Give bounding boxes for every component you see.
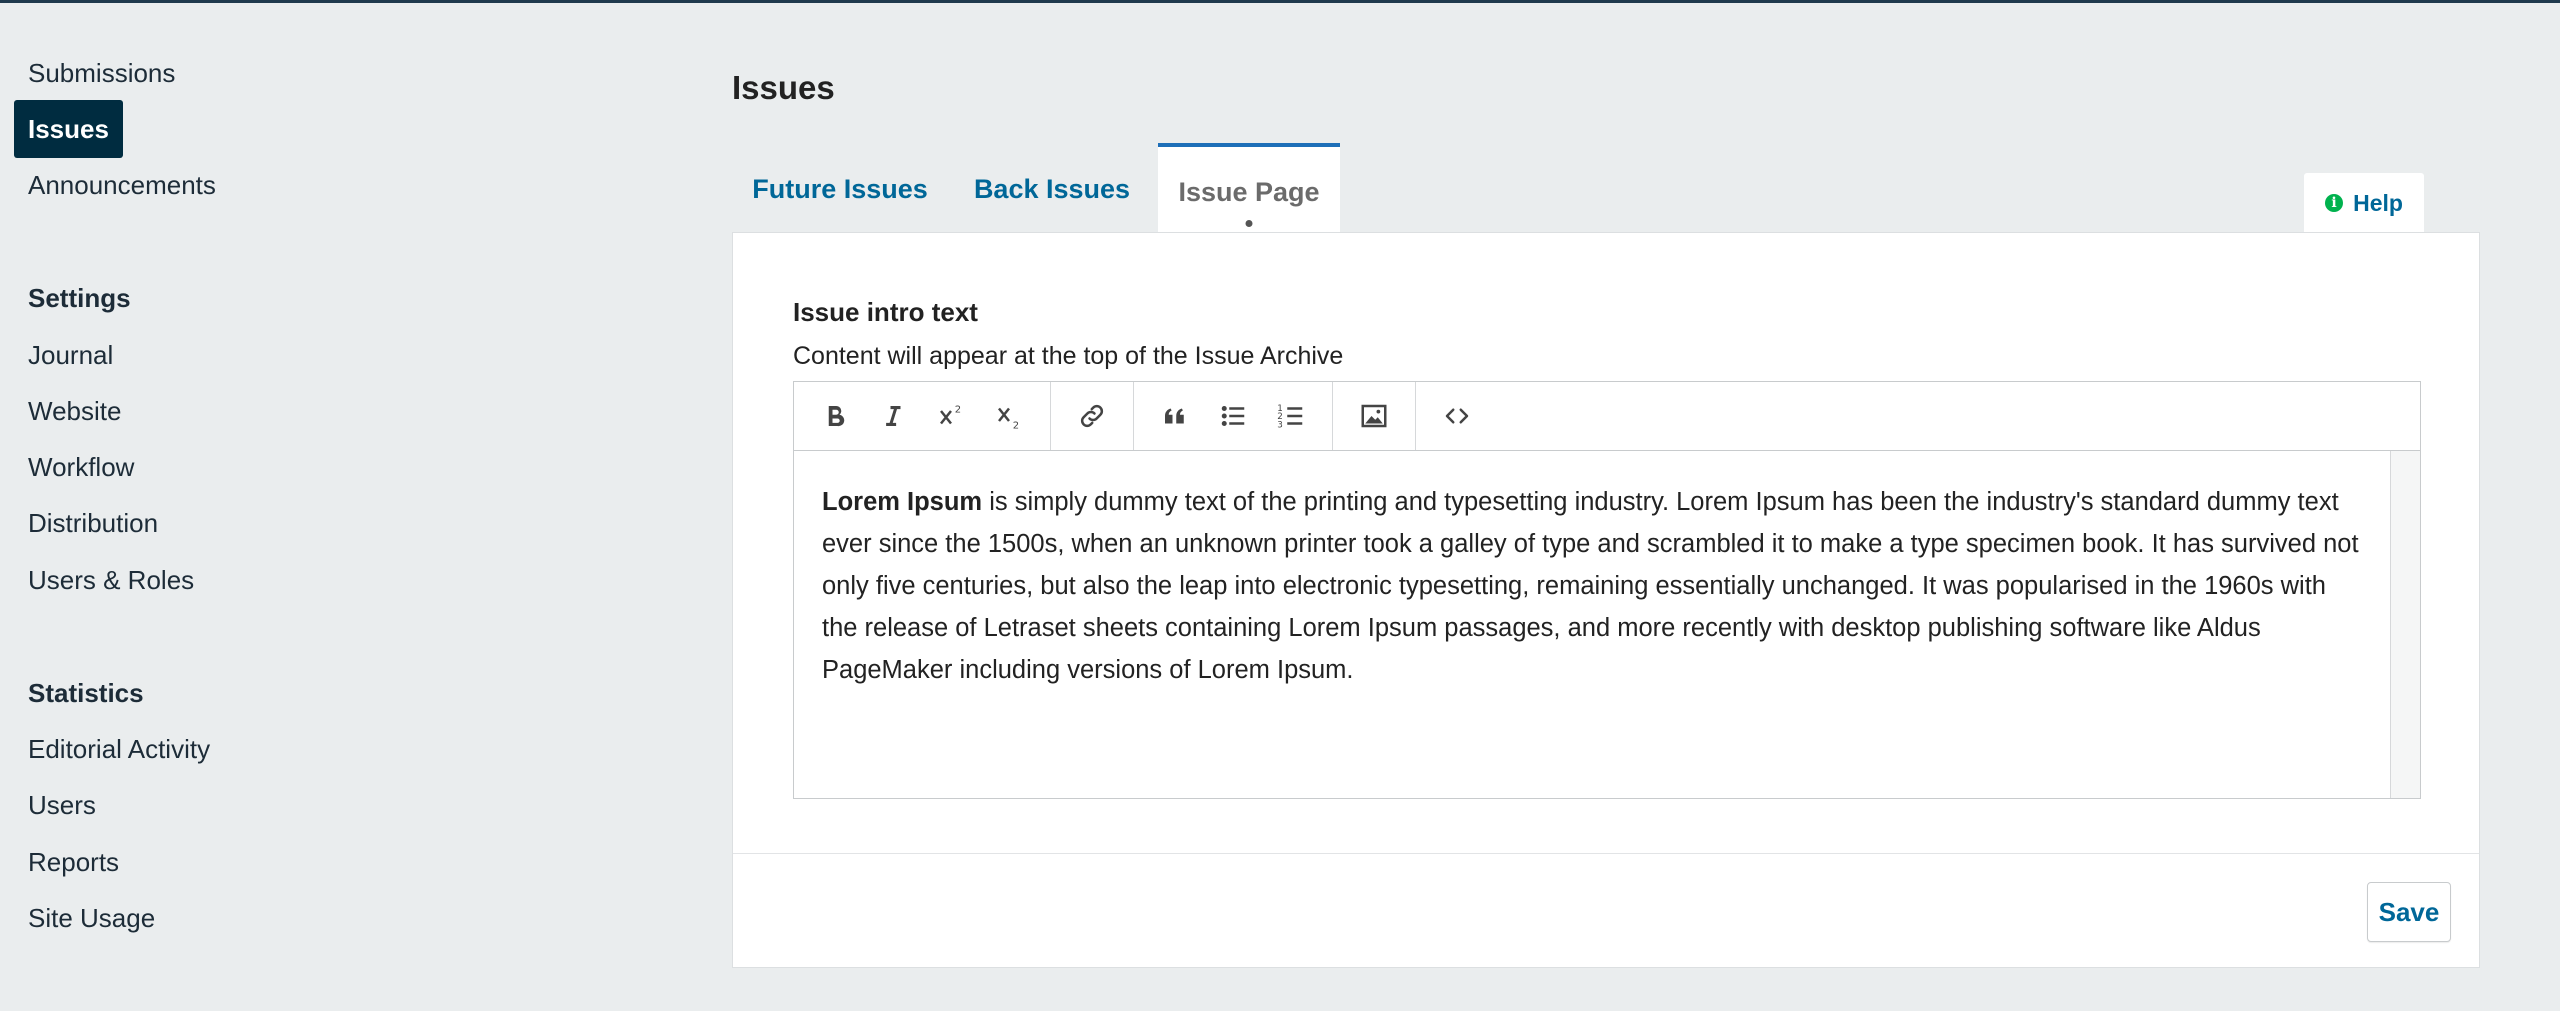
- blockquote-button[interactable]: [1146, 387, 1204, 445]
- field-label: Issue intro text: [793, 297, 978, 327]
- svg-text:2: 2: [955, 404, 961, 415]
- help-label: Help: [2353, 189, 2403, 216]
- active-tab-indicator: [1245, 220, 1253, 227]
- sidebar-heading-settings: Settings: [28, 283, 131, 313]
- quote-icon: [1165, 408, 1184, 424]
- insert-image-button[interactable]: [1345, 387, 1403, 445]
- sidebar-item-issues[interactable]: Issues: [14, 100, 123, 158]
- sidebar-item-website[interactable]: Website: [28, 394, 121, 428]
- toolbar-group-blocks: 123: [1134, 382, 1333, 450]
- help-button[interactable]: i Help: [2304, 173, 2424, 233]
- superscript-button[interactable]: 2: [922, 387, 980, 445]
- svg-text:3: 3: [1277, 420, 1283, 430]
- sidebar-item-journal[interactable]: Journal: [28, 338, 113, 372]
- italic-icon: [886, 406, 901, 426]
- page-title: Issues: [732, 69, 835, 106]
- tab-issue-page-label: Issue Page: [1178, 177, 1320, 207]
- sidebar-item-users[interactable]: Users: [28, 788, 96, 822]
- subscript-button[interactable]: 2: [980, 387, 1038, 445]
- toolbar-group-media: [1333, 382, 1416, 450]
- top-bar: [0, 0, 2560, 3]
- sidebar-item-distribution[interactable]: Distribution: [28, 506, 158, 540]
- sidebar-item-workflow[interactable]: Workflow: [28, 450, 134, 484]
- sidebar-item-site-usage[interactable]: Site Usage: [28, 901, 155, 935]
- sidebar-item-announcements[interactable]: Announcements: [28, 168, 216, 202]
- toolbar-group-format: 2 2: [794, 382, 1051, 450]
- editor-body-text: is simply dummy text of the printing and…: [822, 488, 2359, 684]
- panel-footer: Save: [733, 853, 2479, 968]
- numbered-list-button[interactable]: 123: [1262, 387, 1320, 445]
- save-button[interactable]: Save: [2367, 882, 2451, 942]
- source-code-button[interactable]: [1428, 387, 1486, 445]
- bullet-list-button[interactable]: [1204, 387, 1262, 445]
- sidebar-item-editorial-activity[interactable]: Editorial Activity: [28, 732, 210, 766]
- info-icon: i: [2325, 194, 2344, 212]
- issue-page-panel: Issue intro text Content will appear at …: [732, 232, 2480, 968]
- bold-button[interactable]: [806, 387, 864, 445]
- editor-content[interactable]: Lorem Ipsum is simply dummy text of the …: [794, 451, 2390, 798]
- numbered-list-icon: 123: [1277, 404, 1303, 430]
- sidebar-item-reports[interactable]: Reports: [28, 845, 119, 879]
- toolbar-group-link: [1051, 382, 1134, 450]
- sidebar-item-submissions[interactable]: Submissions: [28, 56, 175, 90]
- svg-text:2: 2: [1013, 421, 1019, 432]
- sidebar-item-users-roles[interactable]: Users & Roles: [28, 563, 194, 597]
- subscript-icon: 2: [998, 407, 1019, 432]
- editor-toolbar: 2 2 123: [794, 382, 2420, 451]
- editor-scrollbar[interactable]: [2390, 451, 2420, 798]
- bold-icon: [828, 406, 845, 427]
- code-icon: [1445, 408, 1469, 424]
- editor-bold-text: Lorem Ipsum: [822, 488, 983, 516]
- italic-button[interactable]: [864, 387, 922, 445]
- tab-back-issues[interactable]: Back Issues: [962, 145, 1142, 233]
- superscript-icon: 2: [940, 404, 961, 425]
- link-button[interactable]: [1063, 387, 1121, 445]
- rich-text-editor: 2 2 123 Lorem Ipsum is simply dummy text…: [793, 381, 2421, 799]
- bullet-list-icon: [1221, 406, 1245, 426]
- toolbar-group-code: [1416, 382, 1498, 450]
- tab-issue-page[interactable]: Issue Page: [1158, 143, 1340, 237]
- image-icon: [1361, 404, 1387, 428]
- tab-future-issues[interactable]: Future Issues: [732, 145, 948, 233]
- link-icon: [1080, 404, 1104, 428]
- field-description: Content will appear at the top of the Is…: [793, 342, 1344, 370]
- sidebar-heading-statistics: Statistics: [28, 678, 144, 708]
